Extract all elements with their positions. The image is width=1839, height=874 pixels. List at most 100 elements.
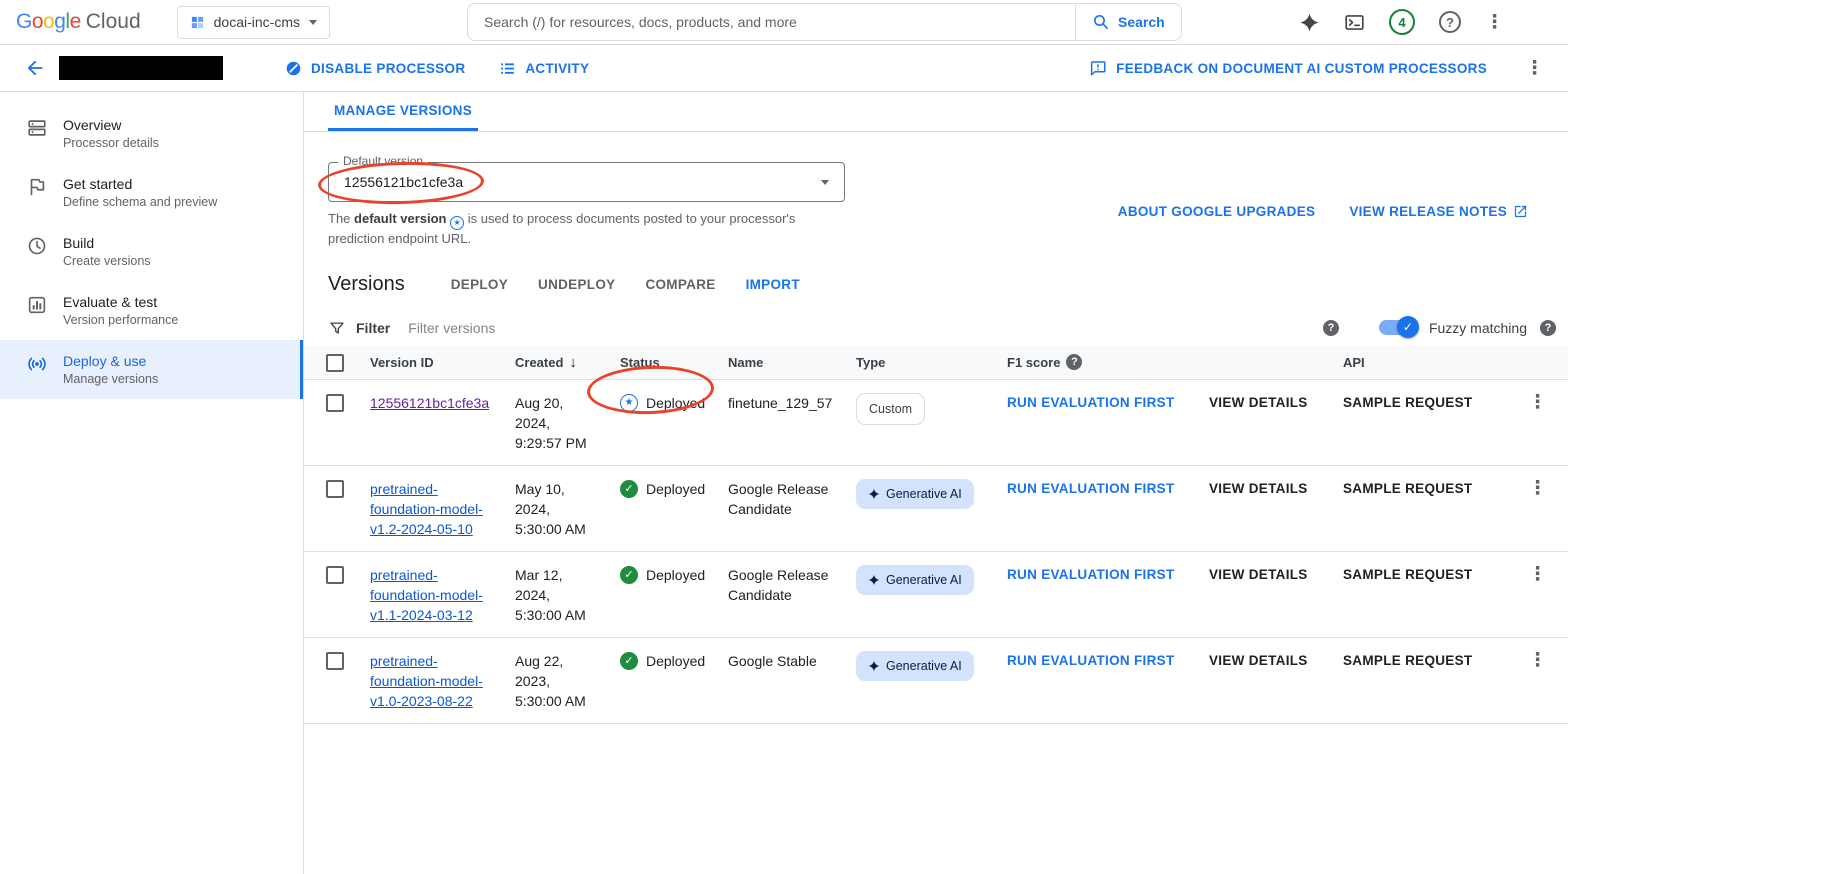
run-evaluation-first-link[interactable]: RUN EVALUATION FIRST (1007, 393, 1209, 413)
overview-icon (26, 117, 48, 139)
header-api: API (1343, 355, 1507, 370)
gemini-spark-icon[interactable] (1299, 12, 1320, 33)
name-cell: Google Release Candidate (728, 565, 842, 605)
import-button[interactable]: IMPORT (746, 277, 800, 292)
row-checkbox[interactable] (326, 652, 344, 670)
type-chip: Generative AI (856, 479, 974, 509)
fuzzy-help-icon[interactable]: ? (1540, 320, 1556, 336)
version-id-link[interactable]: pretrained-foundation-model-v1.0-2023-08… (370, 651, 494, 711)
global-search: Search (467, 3, 1182, 41)
header-f1-score: F1 score ? (1007, 354, 1209, 370)
select-all-checkbox[interactable] (326, 354, 344, 372)
notifications-badge[interactable]: 4 (1389, 9, 1415, 35)
header-created[interactable]: Created ↓ (515, 354, 620, 371)
status-cell: ✓ Deployed (620, 565, 728, 585)
sidebar-item-get-started[interactable]: Get started Define schema and preview (0, 163, 303, 222)
version-id-link[interactable]: 12556121bc1cfe3a (370, 393, 489, 413)
default-version-select[interactable]: Default version 12556121bc1cfe3a (328, 162, 845, 202)
row-checkbox[interactable] (326, 480, 344, 498)
sidebar-item-deploy-use[interactable]: Deploy & use Manage versions (0, 340, 303, 399)
view-details-button[interactable]: VIEW DETAILS (1209, 651, 1343, 671)
created-cell: Aug 22, 2023, 5:30:00 AM (515, 651, 599, 711)
sample-request-button[interactable]: SAMPLE REQUEST (1343, 565, 1507, 585)
name-cell: Google Release Candidate (728, 479, 842, 519)
deployed-check-icon: ✓ (620, 480, 638, 498)
processor-overflow-menu-icon[interactable]: ⋮ (1525, 59, 1544, 78)
sample-request-button[interactable]: SAMPLE REQUEST (1343, 393, 1507, 413)
project-icon (190, 15, 205, 30)
default-version-label: Default version (338, 154, 428, 168)
genai-spark-icon (868, 574, 880, 586)
created-cell: Aug 20, 2024, 9:29:57 PM (515, 393, 599, 453)
created-cell: May 10, 2024, 5:30:00 AM (515, 479, 599, 539)
sidebar-item-title: Evaluate & test (63, 292, 178, 312)
search-button[interactable]: Search (1075, 3, 1182, 41)
project-name: docai-inc-cms (214, 14, 300, 30)
about-google-upgrades-link[interactable]: ABOUT GOOGLE UPGRADES (1118, 204, 1316, 219)
disable-processor-button[interactable]: DISABLE PROCESSOR (285, 60, 465, 77)
row-overflow-menu-icon[interactable]: ⋮ (1507, 479, 1568, 498)
page-layout: Overview Processor details Get started D… (0, 92, 1568, 874)
row-overflow-menu-icon[interactable]: ⋮ (1507, 393, 1568, 412)
fuzzy-matching-toggle[interactable]: ✓ (1379, 320, 1417, 335)
help-icon[interactable]: ? (1439, 11, 1461, 33)
feedback-button[interactable]: FEEDBACK ON DOCUMENT AI CUSTOM PROCESSOR… (1089, 59, 1487, 77)
default-version-star-icon: ★ (620, 394, 638, 412)
header-version-id: Version ID (370, 355, 515, 370)
row-checkbox[interactable] (326, 394, 344, 412)
status-cell: ✓ Deployed (620, 651, 728, 671)
sidebar-item-overview[interactable]: Overview Processor details (0, 104, 303, 163)
versions-toolbar: Versions DEPLOY UNDEPLOY COMPARE IMPORT (328, 273, 1528, 296)
activity-button[interactable]: ACTIVITY (499, 60, 589, 77)
view-release-notes-link[interactable]: VIEW RELEASE NOTES (1349, 204, 1528, 219)
processor-actions: DISABLE PROCESSOR ACTIVITY (285, 60, 589, 77)
processor-header-right: FEEDBACK ON DOCUMENT AI CUSTOM PROCESSOR… (1089, 59, 1544, 78)
row-overflow-menu-icon[interactable]: ⋮ (1507, 565, 1568, 584)
filter-help-icon[interactable]: ? (1323, 320, 1339, 336)
back-arrow-icon[interactable] (24, 57, 46, 79)
table-row: pretrained-foundation-model-v1.0-2023-08… (304, 638, 1568, 724)
row-overflow-menu-icon[interactable]: ⋮ (1507, 651, 1568, 670)
filter-funnel-icon (328, 319, 346, 337)
version-id-link[interactable]: pretrained-foundation-model-v1.1-2024-03… (370, 565, 494, 625)
run-evaluation-first-link[interactable]: RUN EVALUATION FIRST (1007, 479, 1209, 499)
sidebar-item-evaluate-test[interactable]: Evaluate & test Version performance (0, 281, 303, 340)
filter-label: Filter (356, 320, 390, 336)
table-header-row: Version ID Created ↓ Status Name Type F1… (304, 346, 1568, 380)
sample-request-button[interactable]: SAMPLE REQUEST (1343, 479, 1507, 499)
created-cell: Mar 12, 2024, 5:30:00 AM (515, 565, 599, 625)
topbar-overflow-menu-icon[interactable]: ⋮ (1485, 13, 1504, 32)
search-input[interactable] (467, 3, 1075, 41)
view-details-button[interactable]: VIEW DETAILS (1209, 565, 1343, 585)
sample-request-button[interactable]: SAMPLE REQUEST (1343, 651, 1507, 671)
filter-bar: Filter ? ✓ Fuzzy matching ? (304, 310, 1568, 346)
row-checkbox[interactable] (326, 566, 344, 584)
sidebar-item-build[interactable]: Build Create versions (0, 222, 303, 281)
cloud-shell-icon[interactable] (1344, 12, 1365, 33)
chevron-down-icon (821, 180, 829, 185)
disable-icon (285, 60, 302, 77)
logo-cloud-wordmark: Cloud (86, 10, 141, 34)
tab-bar: MANAGE VERSIONS (304, 92, 1568, 132)
run-evaluation-first-link[interactable]: RUN EVALUATION FIRST (1007, 651, 1209, 671)
flag-icon (26, 176, 48, 198)
app-root: Google Cloud docai-inc-cms Search (0, 0, 1839, 874)
filter-versions-input[interactable] (408, 320, 1323, 336)
versions-table: Version ID Created ↓ Status Name Type F1… (304, 346, 1568, 724)
upgrade-links: ABOUT GOOGLE UPGRADES VIEW RELEASE NOTES (1118, 204, 1528, 219)
tab-manage-versions[interactable]: MANAGE VERSIONS (328, 92, 478, 131)
header-type: Type (856, 355, 1007, 370)
genai-spark-icon (868, 488, 880, 500)
genai-spark-icon (868, 660, 880, 672)
version-id-link[interactable]: pretrained-foundation-model-v1.2-2024-05… (370, 479, 494, 539)
view-details-button[interactable]: VIEW DETAILS (1209, 393, 1343, 413)
view-details-button[interactable]: VIEW DETAILS (1209, 479, 1343, 499)
search-icon (1092, 13, 1110, 31)
deploy-button[interactable]: DEPLOY (451, 277, 508, 292)
compare-button[interactable]: COMPARE (645, 277, 715, 292)
google-cloud-logo[interactable]: Google Cloud (16, 10, 141, 34)
f1-help-icon[interactable]: ? (1066, 354, 1082, 370)
run-evaluation-first-link[interactable]: RUN EVALUATION FIRST (1007, 565, 1209, 585)
undeploy-button[interactable]: UNDEPLOY (538, 277, 615, 292)
project-selector[interactable]: docai-inc-cms (177, 6, 330, 39)
